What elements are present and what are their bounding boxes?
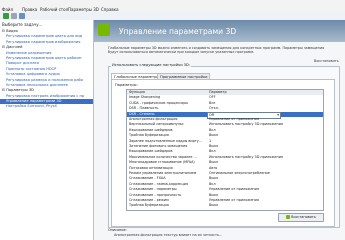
settings-panel: Параметры: Функция Параметр Image Sharpe… bbox=[111, 79, 335, 227]
home-icon[interactable] bbox=[19, 13, 25, 19]
main-panel: Управление параметрами 3D Глобальные пар… bbox=[94, 20, 345, 240]
page-description: Глобальные параметры 3D можно изменять и… bbox=[108, 46, 325, 55]
row-function: Тройная буферизация bbox=[129, 203, 169, 208]
settings-group: Использовать следующие настройки 3D: Гло… bbox=[108, 63, 340, 228]
description-text: Анизотропная фильтрация текстур влияет н… bbox=[114, 233, 223, 237]
page-banner: Управление параметрами 3D bbox=[94, 20, 345, 42]
sidebar-header: Выберите задачу... bbox=[2, 22, 43, 27]
settings-table: Функция Параметр Image Sharpening OFF CUDA… bbox=[126, 89, 324, 211]
restore-button-label: Восстановить bbox=[291, 215, 316, 219]
page-title: Управление параметрами 3D bbox=[119, 27, 237, 36]
settings-group-label: Использовать следующие настройки 3D: bbox=[111, 63, 191, 67]
back-arrow-icon[interactable] bbox=[3, 13, 9, 19]
nvidia-logo-icon bbox=[98, 24, 110, 36]
description-label: Описание: bbox=[108, 228, 127, 232]
task-sidebar: Выберите задачу... ⊟ Видео Регулировка па… bbox=[0, 20, 94, 240]
table-row[interactable]: Тройная буферизация Выкл bbox=[127, 203, 323, 208]
row-parameter: Выкл bbox=[209, 203, 219, 208]
task-tree: ⊟ Видео Регулировка параметров цвета для … bbox=[0, 29, 93, 110]
parameters-label: Параметры: bbox=[115, 83, 138, 87]
sidebar-task-link[interactable]: Настройка Surround, PhysX bbox=[0, 104, 93, 109]
restore-button[interactable]: Восстановить bbox=[278, 213, 324, 222]
forward-arrow-icon[interactable] bbox=[11, 13, 17, 19]
nvidia-small-icon bbox=[286, 215, 291, 219]
restore-defaults-link[interactable]: Восстановить bbox=[314, 59, 339, 63]
